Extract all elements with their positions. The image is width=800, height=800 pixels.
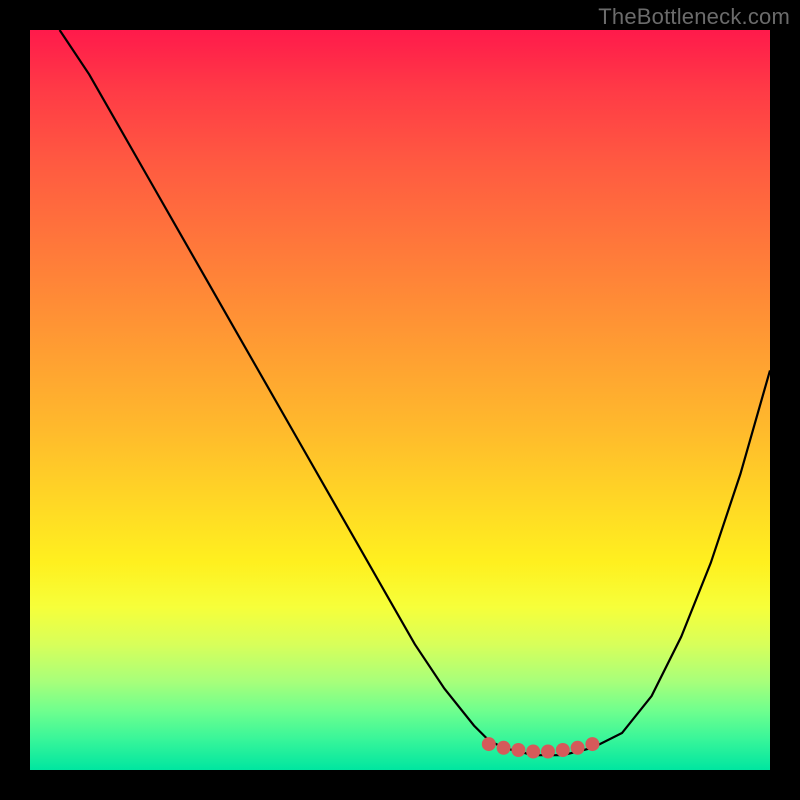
watermark-text: TheBottleneck.com — [598, 4, 790, 30]
optimum-marker — [526, 745, 540, 759]
bottleneck-curve — [60, 30, 770, 755]
optimum-marker — [497, 741, 511, 755]
optimum-marker — [556, 743, 570, 757]
optimum-marker — [585, 737, 599, 751]
plot-svg — [30, 30, 770, 770]
optimum-marker — [541, 745, 555, 759]
chart-frame: TheBottleneck.com — [0, 0, 800, 800]
optimum-marker — [571, 741, 585, 755]
optimum-marker — [511, 743, 525, 757]
optimum-marker — [482, 737, 496, 751]
gradient-plot-area — [30, 30, 770, 770]
